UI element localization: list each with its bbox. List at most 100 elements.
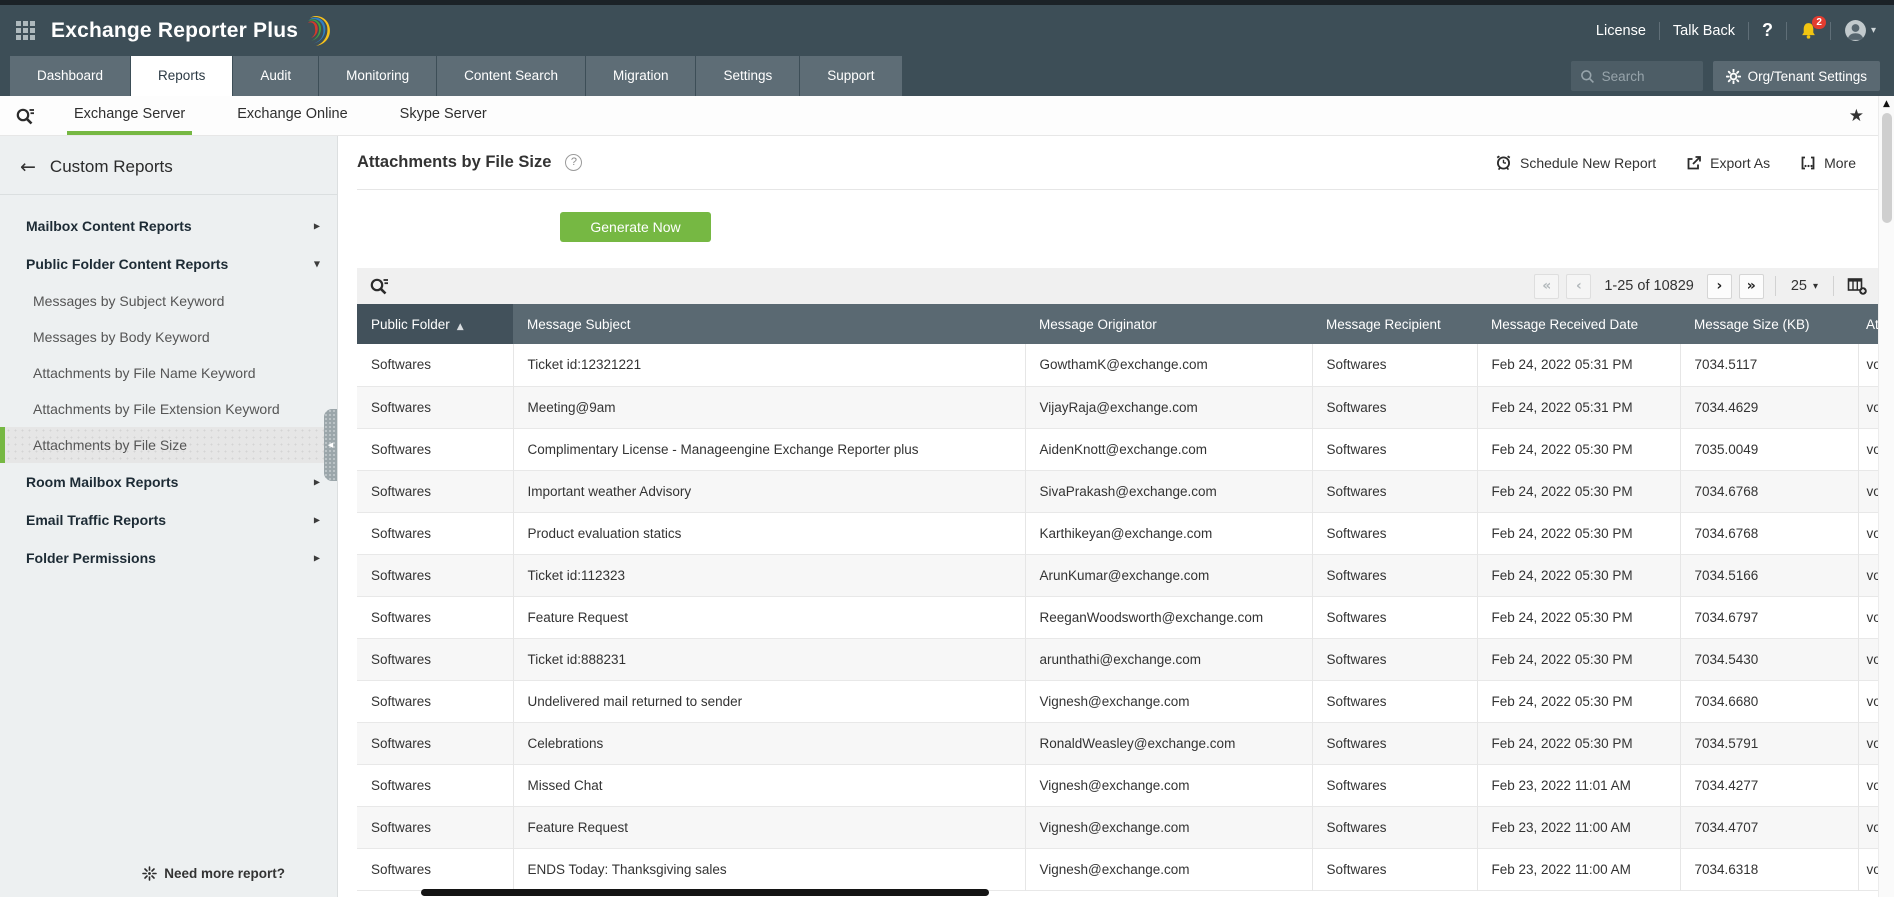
main-navigation: Dashboard Reports Audit Monitoring Conte… <box>0 56 1894 96</box>
cell-message-subject: Complimentary License - Manageengine Exc… <box>513 428 1026 470</box>
cell-message-received-date: Feb 24, 2022 05:30 PM <box>1477 512 1681 554</box>
scrollbar-thumb[interactable] <box>1881 113 1892 223</box>
cell-public-folder: Softwares <box>357 428 514 470</box>
favorites-star-icon[interactable]: ★ <box>1849 106 1864 126</box>
page-title: Attachments by File Size <box>357 153 552 171</box>
global-search[interactable] <box>1570 61 1703 91</box>
column-header[interactable]: Message Subject <box>513 304 1025 344</box>
last-page-button[interactable]: » <box>1738 273 1764 299</box>
table-row[interactable]: Softwares Celebrations RonaldWeasley@exc… <box>357 722 1878 764</box>
subnav-tab-exchange-server[interactable]: Exchange Server <box>67 96 193 135</box>
exchange-reporter-plus-app: Exchange Reporter Plus License Talk Back… <box>0 0 1894 897</box>
license-link[interactable]: License <box>1596 23 1646 39</box>
avatar <box>1845 20 1866 41</box>
sort-asc-icon: ▲ <box>456 321 464 332</box>
tab-audit[interactable]: Audit <box>233 56 319 96</box>
separator <box>1747 21 1749 40</box>
report-help-icon[interactable]: ? <box>565 154 583 171</box>
table-row[interactable]: Softwares Ticket id:888231 arunthathi@ex… <box>357 638 1878 680</box>
cell-attachment: vo <box>1866 861 1879 877</box>
org-tenant-settings-button[interactable]: Org/Tenant Settings <box>1712 61 1880 91</box>
cell-message-recipient: Softwares <box>1312 638 1478 680</box>
column-header[interactable]: Message Size (KB) <box>1680 304 1858 344</box>
sidebar-item-messages-by-body-keyword[interactable]: Messages by Body Keyword <box>0 319 337 355</box>
separator <box>1829 21 1831 40</box>
sidebar-item-attachments-by-file-size[interactable]: Attachments by File Size <box>0 427 337 463</box>
help-icon[interactable]: ? <box>1762 20 1773 41</box>
cell-attachment: vo <box>1866 651 1879 667</box>
add-column-icon[interactable] <box>1847 276 1868 296</box>
cell-message-size: 7034.5166 <box>1680 554 1859 596</box>
separator <box>1658 21 1660 40</box>
table-row[interactable]: Softwares ENDS Today: Thanksgiving sales… <box>357 848 1878 890</box>
advanced-search-icon[interactable] <box>15 96 35 135</box>
apps-grid-icon[interactable] <box>16 21 35 40</box>
tab-reports[interactable]: Reports <box>131 56 233 96</box>
sidebar-item-room-mailbox-reports[interactable]: Room Mailbox Reports ▶ <box>0 463 337 501</box>
cell-message-subject: Feature Request <box>513 596 1026 638</box>
sidebar-item-folder-permissions[interactable]: Folder Permissions ▶ <box>0 539 337 577</box>
table-row[interactable]: Softwares Feature Request Vignesh@exchan… <box>357 806 1878 848</box>
export-as-button[interactable]: Export As <box>1686 155 1770 171</box>
cell-message-size: 7034.5430 <box>1680 638 1859 680</box>
scroll-up-arrow-icon[interactable]: ▲ <box>1883 99 1890 109</box>
sidebar-item-mailbox-content-reports[interactable]: Mailbox Content Reports ▶ <box>0 207 337 245</box>
cell-message-subject: Ticket id:888231 <box>513 638 1026 680</box>
cell-message-received-date: Feb 24, 2022 05:30 PM <box>1477 554 1681 596</box>
sidebar-item-attachments-by-file-extension-keyword[interactable]: Attachments by File Extension Keyword <box>0 391 337 427</box>
schedule-new-report-button[interactable]: Schedule New Report <box>1495 154 1656 171</box>
table-row[interactable]: Softwares Meeting@9am VijayRaja@exchange… <box>357 386 1878 428</box>
sidebar-item-email-traffic-reports[interactable]: Email Traffic Reports ▶ <box>0 501 337 539</box>
horizontal-scrollbar[interactable] <box>421 889 989 896</box>
column-header[interactable]: Message Originator <box>1025 304 1312 344</box>
sidebar-item-attachments-by-file-name-keyword[interactable]: Attachments by File Name Keyword <box>0 355 337 391</box>
cell-message-received-date: Feb 24, 2022 05:30 PM <box>1477 428 1681 470</box>
next-page-button[interactable]: › <box>1706 273 1732 299</box>
tab-content-search[interactable]: Content Search <box>437 56 585 96</box>
column-header[interactable]: Message Recipient <box>1312 304 1477 344</box>
need-more-report-link[interactable]: Need more report? <box>142 866 285 881</box>
table-row[interactable]: Softwares Product evaluation statics Kar… <box>357 512 1878 554</box>
tab-monitoring[interactable]: Monitoring <box>319 56 437 96</box>
cell-message-size: 7034.4629 <box>1680 386 1859 428</box>
user-menu[interactable]: ▾ <box>1844 19 1876 42</box>
subnav-tab-skype-server[interactable]: Skype Server <box>393 96 494 135</box>
sidebar-header: ← Custom Reports <box>0 136 337 195</box>
table-row[interactable]: Softwares Feature Request ReeganWoodswor… <box>357 596 1878 638</box>
cell-message-originator: SivaPrakash@exchange.com <box>1025 470 1313 512</box>
table-search-icon[interactable] <box>369 276 389 296</box>
column-header[interactable]: Message Received Date <box>1477 304 1680 344</box>
talk-back-link[interactable]: Talk Back <box>1673 23 1735 39</box>
sidebar-collapse-handle[interactable]: ◀ <box>324 409 337 481</box>
more-button[interactable]: More <box>1800 155 1856 171</box>
prev-page-button[interactable]: ‹ <box>1566 273 1592 299</box>
table-row[interactable]: Softwares Ticket id:12321221 GowthamK@ex… <box>357 344 1878 386</box>
separator <box>1785 21 1787 40</box>
sidebar-item-public-folder-content-reports[interactable]: Public Folder Content Reports ▼ <box>0 245 337 283</box>
table-row[interactable]: Softwares Undelivered mail returned to s… <box>357 680 1878 722</box>
caret-left-icon: ◀ <box>327 441 334 449</box>
table-row[interactable]: Softwares Complimentary License - Manage… <box>357 428 1878 470</box>
tab-support[interactable]: Support <box>800 56 902 96</box>
table-row[interactable]: Softwares Important weather Advisory Siv… <box>357 470 1878 512</box>
tab-dashboard[interactable]: Dashboard <box>10 56 131 96</box>
vertical-scrollbar[interactable]: ▲ <box>1878 96 1894 897</box>
column-header[interactable]: At <box>1858 304 1878 344</box>
table-row[interactable]: Softwares Missed Chat Vignesh@exchange.c… <box>357 764 1878 806</box>
cell-message-subject: Product evaluation statics <box>513 512 1026 554</box>
sidebar-item-messages-by-subject-keyword[interactable]: Messages by Subject Keyword <box>0 283 337 319</box>
cell-message-originator: arunthathi@exchange.com <box>1025 638 1313 680</box>
search-input[interactable] <box>1601 68 1692 84</box>
back-arrow-icon[interactable]: ← <box>20 156 36 178</box>
cell-public-folder: Softwares <box>357 344 514 386</box>
tab-migration[interactable]: Migration <box>585 56 696 96</box>
tab-settings[interactable]: Settings <box>696 56 800 96</box>
generate-now-button[interactable]: Generate Now <box>560 212 711 242</box>
first-page-button[interactable]: « <box>1534 273 1560 299</box>
page-size-select[interactable]: 25 ▾ <box>1787 278 1822 294</box>
subnav-tab-exchange-online[interactable]: Exchange Online <box>230 96 354 135</box>
notification-bell-icon[interactable]: 2 <box>1800 16 1826 39</box>
column-header[interactable]: Public Folder ▲ <box>357 304 513 344</box>
cell-message-recipient: Softwares <box>1312 386 1478 428</box>
table-row[interactable]: Softwares Ticket id:112323 ArunKumar@exc… <box>357 554 1878 596</box>
